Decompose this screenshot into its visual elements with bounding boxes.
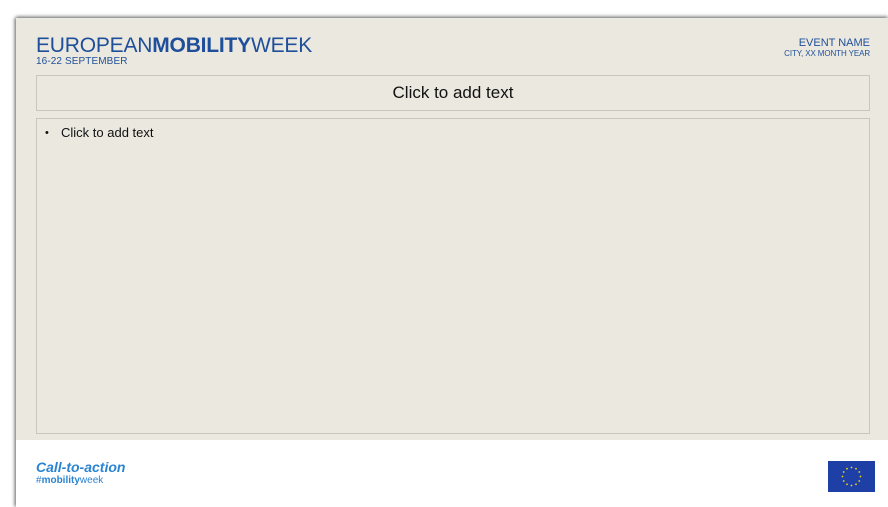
hashtag-bold: mobility (41, 475, 80, 487)
logo-bold: MOBILITY (152, 34, 251, 57)
eu-flag-svg (841, 466, 862, 487)
presentation-canvas: EUROPEANMOBILITYWEEK 16-22 SEPTEMBER EVE… (0, 0, 888, 507)
hashtag: #mobilityweek (36, 475, 125, 487)
title-placeholder[interactable]: Click to add text (36, 75, 870, 111)
event-place-date: CITY, XX MONTH YEAR (784, 48, 870, 58)
eu-star (855, 483, 857, 486)
logo-suffix: WEEK (251, 34, 313, 57)
european-mobility-week-logo: EUROPEANMOBILITYWEEK 16-22 SEPTEMBER (36, 35, 312, 67)
event-name: EVENT NAME (798, 37, 870, 49)
logo-prefix: EUROPEAN (36, 34, 153, 57)
bullet-placeholder-text: Click to add text (61, 125, 154, 140)
eu-star (842, 480, 845, 482)
hashtag-suffix: week (79, 475, 104, 487)
slide[interactable]: EUROPEANMOBILITYWEEK 16-22 SEPTEMBER EVE… (16, 18, 888, 507)
eu-star (846, 483, 848, 486)
eu-star (850, 466, 853, 469)
eu-star (850, 484, 853, 487)
title-placeholder-text: Click to add text (392, 83, 514, 102)
eu-star (858, 480, 861, 482)
content-placeholder[interactable]: • Click to add text (36, 118, 870, 434)
eu-star (842, 471, 845, 473)
event-dates: 16-22 SEPTEMBER (36, 56, 128, 67)
eu-flag-icon (828, 461, 875, 492)
eu-star (841, 475, 844, 478)
bullet-item: • Click to add text (43, 125, 154, 140)
eu-star (858, 471, 861, 473)
cta-title: Call-to-action (36, 459, 126, 475)
call-to-action: Call-to-action #mobilityweek (36, 459, 126, 487)
eu-star (855, 467, 857, 470)
bullet-marker: • (45, 126, 49, 139)
logo-wordmark: EUROPEANMOBILITYWEEK (36, 35, 312, 56)
eu-star (846, 467, 848, 470)
event-info: EVENT NAME CITY, XX MONTH YEAR (784, 37, 870, 58)
eu-star (859, 475, 862, 478)
